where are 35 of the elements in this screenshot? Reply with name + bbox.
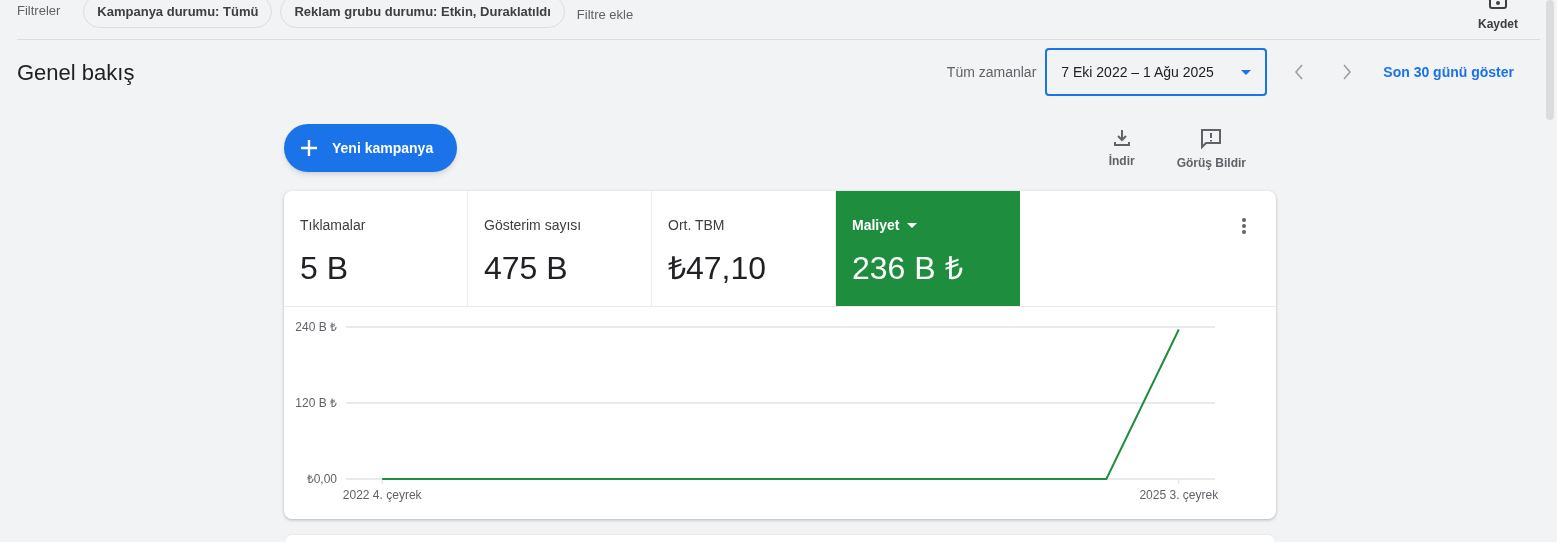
- metric-value: 236 B ₺: [852, 249, 964, 288]
- x-tick-label: 2022 4. çeyrek: [342, 488, 422, 502]
- metric-label: Ort. TBM: [668, 216, 725, 235]
- page-title: Genel bakış: [17, 58, 135, 87]
- add-filter-link[interactable]: Filtre ekle: [576, 5, 634, 25]
- metric-value: 475 B: [484, 249, 569, 288]
- save-label[interactable]: Kaydet: [1478, 15, 1518, 33]
- filter-chip[interactable]: Kampanya durumu: Tümü: [83, 0, 273, 28]
- caret-icon: [1241, 69, 1252, 75]
- chevron-right-icon: [1342, 64, 1353, 80]
- chevron-left-icon: [1294, 64, 1305, 80]
- metric-tile[interactable]: Maliyet 236 B ₺: [836, 191, 1020, 306]
- metric-label: Tıklamalar: [300, 216, 366, 235]
- x-tick-label: 2025 3. çeyrek: [1139, 488, 1219, 502]
- y-tick-label: ₺0,00: [306, 472, 337, 486]
- range-label: Tüm zamanlar: [946, 62, 1037, 82]
- filter-chip[interactable]: Reklam grubu durumu: Etkin, Duraklatıldı: [280, 0, 565, 28]
- y-tick-label: 120 B ₺: [295, 396, 337, 410]
- date-range-dropdown[interactable]: 7 Eki 2022 – 1 Ağu 2025: [1045, 48, 1268, 96]
- last-30-days-link[interactable]: Son 30 günü göster: [1383, 61, 1514, 83]
- new-campaign-button[interactable]: Yeni kampanya: [284, 124, 458, 172]
- filters-label: Filtreler: [17, 2, 61, 20]
- metric-label: Maliyet: [852, 216, 900, 235]
- metric-value: 5 B: [300, 249, 350, 288]
- metric-tile[interactable]: Gösterim sayısı 475 B: [468, 191, 652, 306]
- metric-tile[interactable]: Tıklamalar 5 B: [284, 191, 468, 306]
- y-tick-label: 240 B ₺: [295, 320, 337, 334]
- plus-icon: [300, 139, 318, 157]
- download-icon: [1111, 128, 1132, 148]
- metric-value: ₺47,10: [668, 249, 768, 288]
- feedback-button[interactable]: Görüş Bildir: [1162, 128, 1260, 172]
- download-button[interactable]: İndir: [1094, 128, 1149, 172]
- metric-label: Gösterim sayısı: [484, 216, 582, 235]
- caret-icon[interactable]: [907, 223, 918, 228]
- feedback-icon: [1200, 128, 1223, 150]
